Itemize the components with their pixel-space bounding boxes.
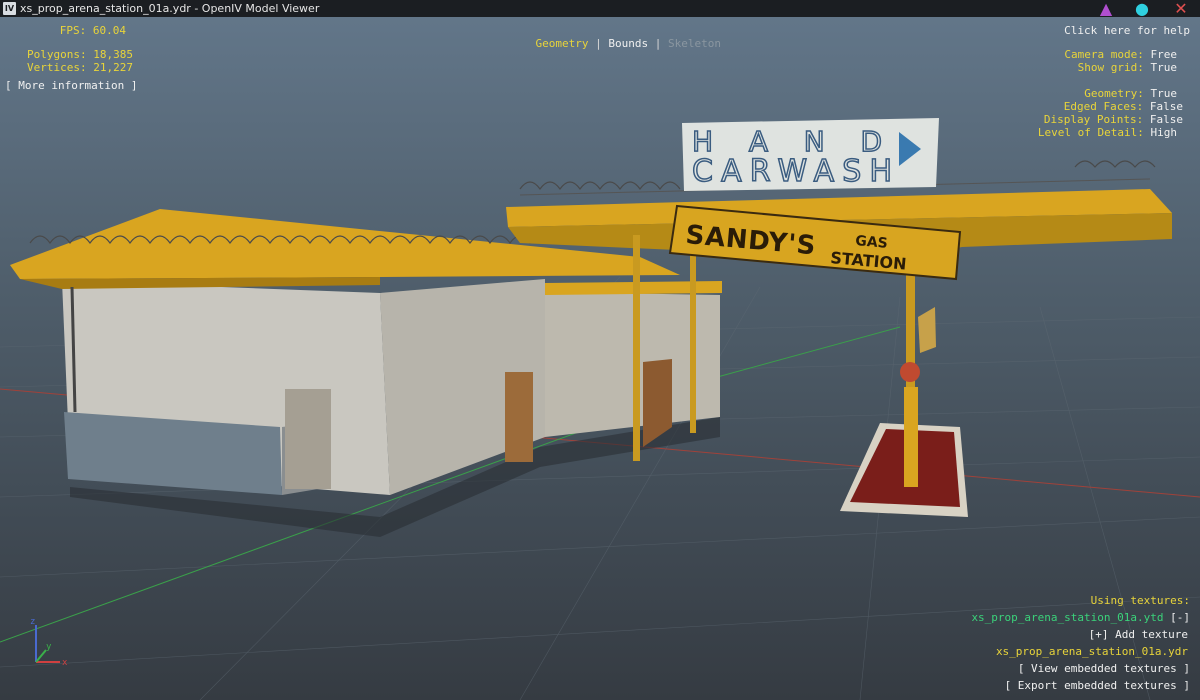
help-link[interactable]: Click here for help [1064, 24, 1190, 37]
openiv-app-icon: IV [3, 2, 16, 15]
ytd-texture-file[interactable]: xs_prop_arena_station_01a.ytd [971, 611, 1163, 624]
svg-text:x: x [62, 658, 68, 668]
scene-render: HAND CARWASH SANDY'S GAS STATION z x y [0, 118, 1200, 700]
fps-readout: FPS: 60.04 [59, 24, 126, 37]
remove-texture-button[interactable]: [-] [1170, 611, 1190, 624]
building-door [505, 372, 533, 462]
export-embedded-textures-button[interactable]: [ Export embedded textures ] [1005, 679, 1190, 692]
settings-edged-faces[interactable]: Edged Faces: False [1064, 100, 1183, 113]
settings-geometry[interactable]: Geometry: True [1084, 87, 1177, 100]
add-texture-button[interactable]: [+] Add texture [1089, 628, 1188, 641]
sign-gas-text: GAS [855, 233, 889, 252]
svg-text:y: y [46, 642, 52, 652]
settings-show-grid[interactable]: Show grid: True [1078, 61, 1177, 74]
tab-bounds[interactable]: Bounds [608, 37, 648, 50]
title-bar: IV xs_prop_arena_station_01a.ydr - OpenI… [0, 0, 1200, 18]
settings-camera-mode[interactable]: Camera mode: Free [1064, 48, 1177, 61]
using-textures-heading: Using textures: [1090, 594, 1190, 607]
vertices-readout: Vertices: 21,227 [27, 61, 133, 74]
settings-level-of-detail[interactable]: Level of Detail: High [1038, 126, 1177, 139]
tab-skeleton: Skeleton [667, 37, 721, 50]
ydr-file[interactable]: xs_prop_arena_station_01a.ydr [996, 645, 1188, 658]
more-information-link[interactable]: [ More information ] [5, 79, 137, 92]
hand-carwash-sign: HAND CARWASH [682, 118, 939, 191]
polygons-readout: Polygons: 18,385 [27, 48, 133, 61]
view-mode-tabs: Geometry | Bounds | Skeleton [535, 37, 721, 50]
settings-display-points[interactable]: Display Points: False [1044, 113, 1183, 126]
view-embedded-textures-button[interactable]: [ View embedded textures ] [1018, 662, 1190, 675]
model-viewport[interactable]: HAND CARWASH SANDY'S GAS STATION z x y F… [0, 17, 1200, 700]
tab-geometry[interactable]: Geometry [536, 37, 589, 50]
ytd-texture-row: xs_prop_arena_station_01a.ytd [-] [971, 611, 1190, 624]
window-title: xs_prop_arena_station_01a.ydr - OpenIV M… [20, 2, 320, 15]
canopy-pillar [633, 235, 640, 461]
svg-text:z: z [30, 617, 35, 627]
